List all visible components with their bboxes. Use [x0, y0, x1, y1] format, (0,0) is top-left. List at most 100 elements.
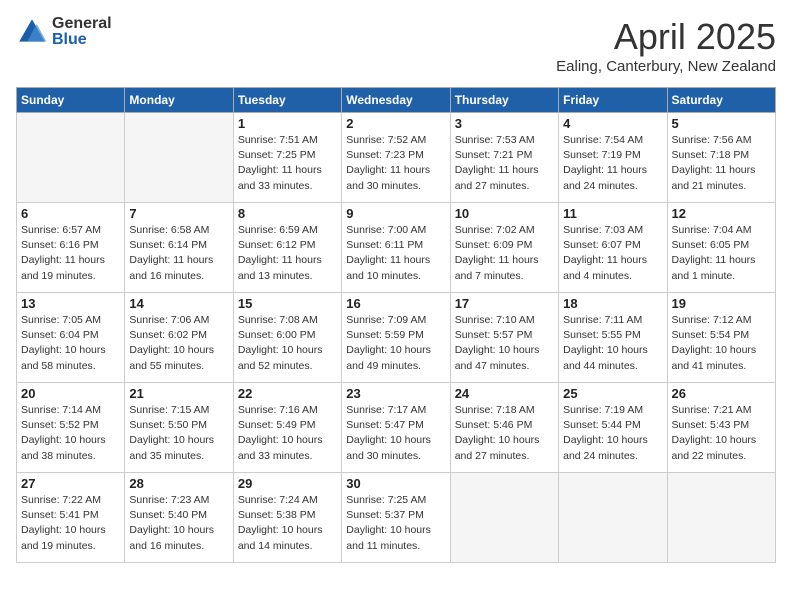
- day-number: 27: [21, 476, 120, 491]
- calendar-day-cell: 3 Sunrise: 7:53 AMSunset: 7:21 PMDaylight…: [450, 113, 558, 203]
- weekday-header: Friday: [559, 88, 667, 113]
- day-info: Sunrise: 7:08 AMSunset: 6:00 PMDaylight:…: [238, 313, 337, 374]
- day-number: 3: [455, 116, 554, 131]
- day-number: 29: [238, 476, 337, 491]
- day-info: Sunrise: 6:59 AMSunset: 6:12 PMDaylight:…: [238, 223, 337, 284]
- day-info: Sunrise: 7:04 AMSunset: 6:05 PMDaylight:…: [672, 223, 771, 284]
- weekday-header: Sunday: [17, 88, 125, 113]
- calendar-week-row: 13Sunrise: 7:05 AMSunset: 6:04 PMDayligh…: [17, 293, 776, 383]
- day-info: Sunrise: 6:57 AMSunset: 6:16 PMDaylight:…: [21, 223, 120, 284]
- day-number: 21: [129, 386, 228, 401]
- calendar-day-cell: [17, 113, 125, 203]
- calendar-day-cell: 12 Sunrise: 7:04 AMSunset: 6:05 PMDayligh…: [667, 203, 775, 293]
- day-number: 12: [672, 206, 771, 221]
- day-number: 18: [563, 296, 662, 311]
- calendar-day-cell: [559, 473, 667, 563]
- day-number: 20: [21, 386, 120, 401]
- location-text: Ealing, Canterbury, New Zealand: [556, 58, 776, 75]
- day-number: 6: [21, 206, 120, 221]
- day-info: Sunrise: 7:17 AMSunset: 5:47 PMDaylight:…: [346, 403, 445, 464]
- day-info: Sunrise: 7:02 AMSunset: 6:09 PMDaylight:…: [455, 223, 554, 284]
- calendar-day-cell: 11Sunrise: 7:03 AMSunset: 6:07 PMDayligh…: [559, 203, 667, 293]
- calendar-day-cell: 24 Sunrise: 7:18 AMSunset: 5:46 PMDayligh…: [450, 383, 558, 473]
- calendar-day-cell: 9Sunrise: 7:00 AMSunset: 6:11 PMDaylight…: [342, 203, 450, 293]
- calendar-day-cell: [450, 473, 558, 563]
- logo-blue-text: Blue: [52, 32, 112, 48]
- calendar-day-cell: 4Sunrise: 7:54 AMSunset: 7:19 PMDaylight…: [559, 113, 667, 203]
- day-info: Sunrise: 7:00 AMSunset: 6:11 PMDaylight:…: [346, 223, 445, 284]
- day-info: Sunrise: 7:25 AMSunset: 5:37 PMDaylight:…: [346, 493, 445, 554]
- weekday-header-row: SundayMondayTuesdayWednesdayThursdayFrid…: [17, 88, 776, 113]
- day-number: 28: [129, 476, 228, 491]
- day-number: 14: [129, 296, 228, 311]
- day-number: 23: [346, 386, 445, 401]
- day-number: 30: [346, 476, 445, 491]
- day-info: Sunrise: 7:53 AMSunset: 7:21 PMDaylight:…: [455, 133, 554, 194]
- day-number: 24: [455, 386, 554, 401]
- page-header: General Blue April 2025 Ealing, Canterbu…: [16, 16, 776, 75]
- day-info: Sunrise: 7:22 AMSunset: 5:41 PMDaylight:…: [21, 493, 120, 554]
- calendar-day-cell: 27 Sunrise: 7:22 AMSunset: 5:41 PMDayligh…: [17, 473, 125, 563]
- day-number: 19: [672, 296, 771, 311]
- day-info: Sunrise: 7:06 AMSunset: 6:02 PMDaylight:…: [129, 313, 228, 374]
- calendar-day-cell: 30 Sunrise: 7:25 AMSunset: 5:37 PMDayligh…: [342, 473, 450, 563]
- calendar-table: SundayMondayTuesdayWednesdayThursdayFrid…: [16, 87, 776, 563]
- calendar-day-cell: 23 Sunrise: 7:17 AMSunset: 5:47 PMDayligh…: [342, 383, 450, 473]
- day-info: Sunrise: 7:14 AMSunset: 5:52 PMDaylight:…: [21, 403, 120, 464]
- day-info: Sunrise: 7:18 AMSunset: 5:46 PMDaylight:…: [455, 403, 554, 464]
- calendar-day-cell: 20 Sunrise: 7:14 AMSunset: 5:52 PMDayligh…: [17, 383, 125, 473]
- title-block: April 2025 Ealing, Canterbury, New Zeala…: [556, 16, 776, 75]
- day-info: Sunrise: 7:09 AMSunset: 5:59 PMDaylight:…: [346, 313, 445, 374]
- day-number: 2: [346, 116, 445, 131]
- day-number: 7: [129, 206, 228, 221]
- weekday-header: Saturday: [667, 88, 775, 113]
- day-info: Sunrise: 7:05 AMSunset: 6:04 PMDaylight:…: [21, 313, 120, 374]
- calendar-day-cell: [667, 473, 775, 563]
- day-number: 5: [672, 116, 771, 131]
- calendar-day-cell: 1Sunrise: 7:51 AMSunset: 7:25 PMDaylight…: [233, 113, 341, 203]
- weekday-header: Wednesday: [342, 88, 450, 113]
- calendar-week-row: 20 Sunrise: 7:14 AMSunset: 5:52 PMDayligh…: [17, 383, 776, 473]
- calendar-day-cell: 10Sunrise: 7:02 AMSunset: 6:09 PMDayligh…: [450, 203, 558, 293]
- calendar-day-cell: 19 Sunrise: 7:12 AMSunset: 5:54 PMDayligh…: [667, 293, 775, 383]
- calendar-day-cell: 17Sunrise: 7:10 AMSunset: 5:57 PMDayligh…: [450, 293, 558, 383]
- day-number: 25: [563, 386, 662, 401]
- day-info: Sunrise: 7:15 AMSunset: 5:50 PMDaylight:…: [129, 403, 228, 464]
- calendar-day-cell: 21 Sunrise: 7:15 AMSunset: 5:50 PMDayligh…: [125, 383, 233, 473]
- calendar-day-cell: 15 Sunrise: 7:08 AMSunset: 6:00 PMDayligh…: [233, 293, 341, 383]
- day-info: Sunrise: 6:58 AMSunset: 6:14 PMDaylight:…: [129, 223, 228, 284]
- day-info: Sunrise: 7:19 AMSunset: 5:44 PMDaylight:…: [563, 403, 662, 464]
- logo-general-text: General: [52, 16, 112, 32]
- day-number: 8: [238, 206, 337, 221]
- day-info: Sunrise: 7:56 AMSunset: 7:18 PMDaylight:…: [672, 133, 771, 194]
- day-info: Sunrise: 7:23 AMSunset: 5:40 PMDaylight:…: [129, 493, 228, 554]
- day-number: 22: [238, 386, 337, 401]
- day-number: 17: [455, 296, 554, 311]
- calendar-day-cell: 8 Sunrise: 6:59 AMSunset: 6:12 PMDaylight…: [233, 203, 341, 293]
- calendar-day-cell: 26Sunrise: 7:21 AMSunset: 5:43 PMDayligh…: [667, 383, 775, 473]
- calendar-day-cell: 22 Sunrise: 7:16 AMSunset: 5:49 PMDayligh…: [233, 383, 341, 473]
- day-number: 15: [238, 296, 337, 311]
- month-title: April 2025: [556, 16, 776, 58]
- day-info: Sunrise: 7:11 AMSunset: 5:55 PMDaylight:…: [563, 313, 662, 374]
- day-info: Sunrise: 7:16 AMSunset: 5:49 PMDaylight:…: [238, 403, 337, 464]
- calendar-day-cell: 28 Sunrise: 7:23 AMSunset: 5:40 PMDayligh…: [125, 473, 233, 563]
- weekday-header: Monday: [125, 88, 233, 113]
- calendar-day-cell: 7 Sunrise: 6:58 AMSunset: 6:14 PMDaylight…: [125, 203, 233, 293]
- day-info: Sunrise: 7:51 AMSunset: 7:25 PMDaylight:…: [238, 133, 337, 194]
- calendar-day-cell: 16 Sunrise: 7:09 AMSunset: 5:59 PMDayligh…: [342, 293, 450, 383]
- day-number: 16: [346, 296, 445, 311]
- calendar-day-cell: [125, 113, 233, 203]
- calendar-week-row: 6 Sunrise: 6:57 AMSunset: 6:16 PMDaylight…: [17, 203, 776, 293]
- day-info: Sunrise: 7:03 AMSunset: 6:07 PMDaylight:…: [563, 223, 662, 284]
- calendar-day-cell: 2Sunrise: 7:52 AMSunset: 7:23 PMDaylight…: [342, 113, 450, 203]
- calendar-day-cell: 5 Sunrise: 7:56 AMSunset: 7:18 PMDaylight…: [667, 113, 775, 203]
- calendar-day-cell: 18 Sunrise: 7:11 AMSunset: 5:55 PMDayligh…: [559, 293, 667, 383]
- calendar-day-cell: 13Sunrise: 7:05 AMSunset: 6:04 PMDayligh…: [17, 293, 125, 383]
- day-info: Sunrise: 7:12 AMSunset: 5:54 PMDaylight:…: [672, 313, 771, 374]
- calendar-day-cell: 29 Sunrise: 7:24 AMSunset: 5:38 PMDayligh…: [233, 473, 341, 563]
- day-info: Sunrise: 7:24 AMSunset: 5:38 PMDaylight:…: [238, 493, 337, 554]
- calendar-day-cell: 14 Sunrise: 7:06 AMSunset: 6:02 PMDayligh…: [125, 293, 233, 383]
- weekday-header: Thursday: [450, 88, 558, 113]
- logo-name: General Blue: [52, 16, 112, 48]
